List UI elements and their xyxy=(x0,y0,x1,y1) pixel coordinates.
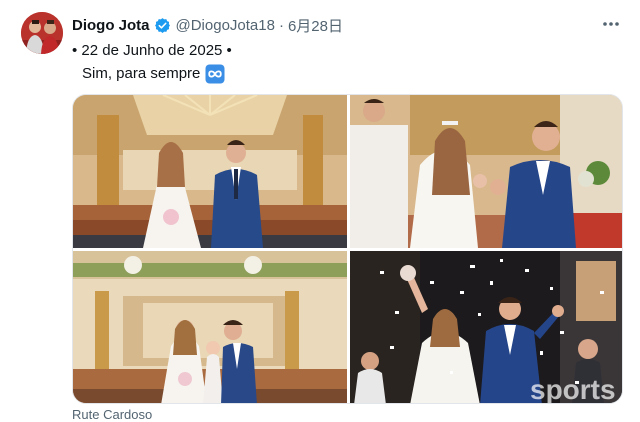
media-caption: Rute Cardoso xyxy=(72,407,153,422)
watermark-text: sports xyxy=(530,374,616,404)
tweet-text-line-2-label: Sim, para sempre xyxy=(82,65,201,82)
photo-altar-with-child[interactable] xyxy=(73,251,347,403)
author-name[interactable]: Diogo Jota xyxy=(72,17,150,34)
tweet-text: • 22 de Junho de 2025 • Sim, para sempre xyxy=(72,39,232,85)
photo-altar-couple[interactable] xyxy=(73,95,347,248)
photo-petal-exit[interactable]: sports xyxy=(350,251,622,404)
avatar-image xyxy=(21,12,63,54)
photo-ring-ceremony[interactable] xyxy=(350,95,622,248)
more-icon[interactable] xyxy=(600,14,622,34)
avatar[interactable] xyxy=(21,12,63,54)
infinity-icon xyxy=(205,64,225,84)
media-grid: sports xyxy=(72,94,623,404)
tweet-header: Diogo Jota @DiogoJota18 · 6月28日 xyxy=(72,14,343,36)
tweet-text-line-1: • 22 de Junho de 2025 • xyxy=(72,42,232,59)
tweet-date[interactable]: 6月28日 xyxy=(288,15,343,36)
author-handle[interactable]: @DiogoJota18 xyxy=(176,17,275,34)
verified-badge-icon xyxy=(154,17,171,34)
tweet-text-line-2: Sim, para sempre xyxy=(72,62,232,85)
separator-dot: · xyxy=(278,16,284,34)
